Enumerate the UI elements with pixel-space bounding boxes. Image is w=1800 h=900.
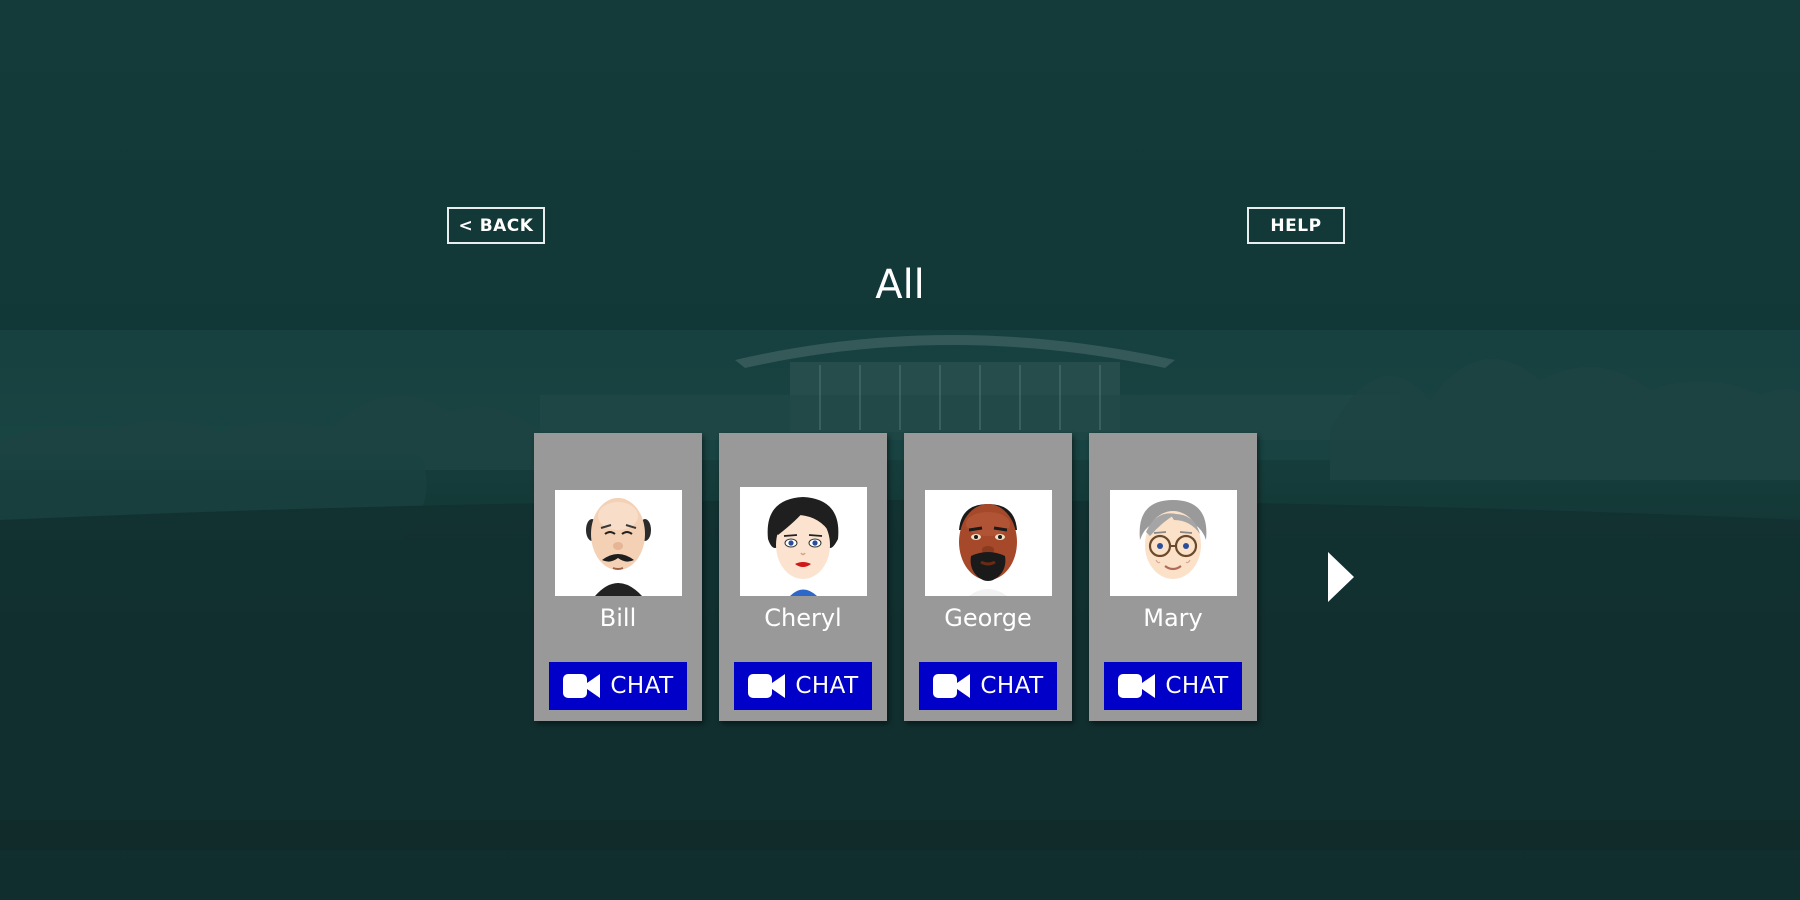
video-camera-icon — [1118, 674, 1156, 698]
contact-card-bill: Bill CHAT — [534, 433, 702, 721]
chat-button-mary[interactable]: CHAT — [1104, 662, 1242, 710]
contact-list: Bill CHAT Cheryl CHAT George CHAT Mary C… — [534, 433, 1257, 721]
video-camera-icon — [563, 674, 601, 698]
chat-button-label: CHAT — [795, 673, 859, 699]
next-page-button[interactable] — [1324, 550, 1356, 604]
man-beard-avatar — [925, 490, 1052, 596]
contact-name: Bill — [599, 604, 637, 632]
video-camera-icon — [933, 674, 971, 698]
contact-name: Cheryl — [764, 604, 842, 632]
chat-button-george[interactable]: CHAT — [919, 662, 1057, 710]
elderly-woman-glasses-avatar — [1110, 490, 1237, 596]
back-button[interactable]: < BACK — [447, 207, 545, 244]
contact-name: Mary — [1143, 604, 1203, 632]
woman-dark-hair-avatar — [740, 487, 867, 596]
chat-button-cheryl[interactable]: CHAT — [734, 662, 872, 710]
chat-button-label: CHAT — [1165, 673, 1229, 699]
help-button[interactable]: HELP — [1247, 207, 1345, 244]
next-arrow-icon — [1328, 552, 1354, 602]
page-title: All — [875, 262, 925, 308]
chat-button-label: CHAT — [980, 673, 1044, 699]
bald-man-mustache-avatar — [555, 490, 682, 596]
chat-button-bill[interactable]: CHAT — [549, 662, 687, 710]
contact-name: George — [944, 604, 1032, 632]
contact-card-cheryl: Cheryl CHAT — [719, 433, 887, 721]
contact-card-mary: Mary CHAT — [1089, 433, 1257, 721]
app-screen: < BACK HELP All Bill CHAT Cheryl CHAT Ge… — [0, 0, 1800, 900]
chat-button-label: CHAT — [610, 673, 674, 699]
contact-card-george: George CHAT — [904, 433, 1072, 721]
video-camera-icon — [748, 674, 786, 698]
